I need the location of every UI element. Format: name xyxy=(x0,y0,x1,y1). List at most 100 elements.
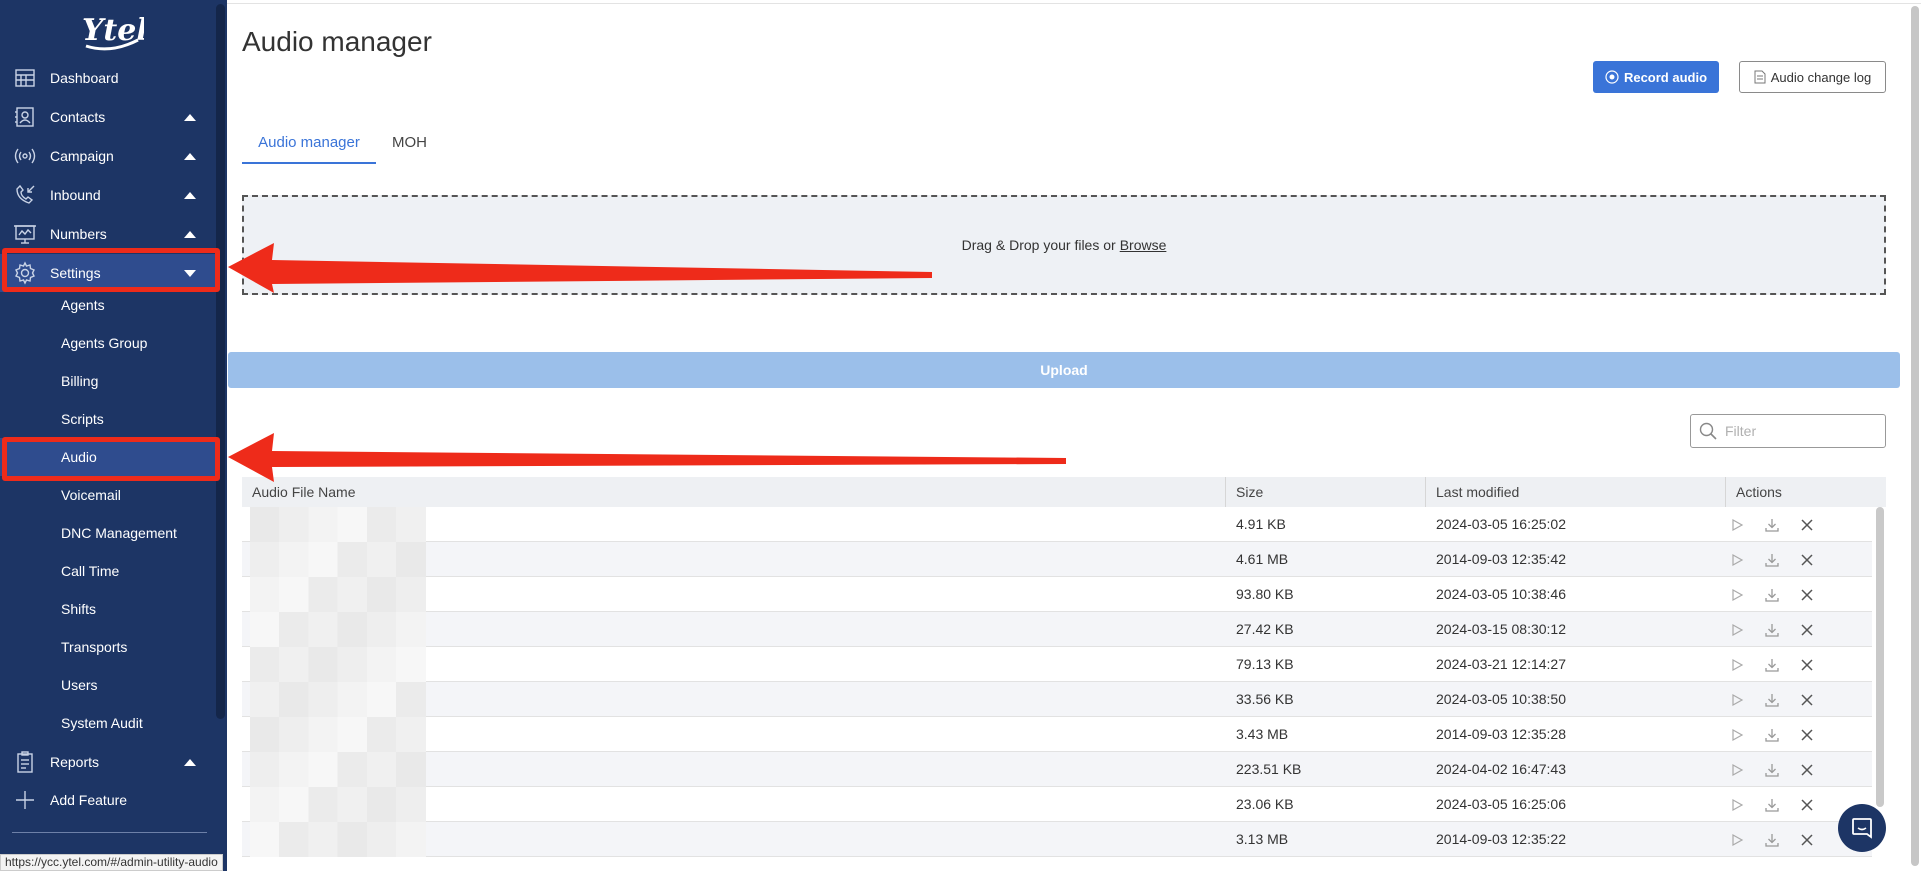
table-row[interactable]: 27.42 KB 2024-03-15 08:30:12 xyxy=(242,612,1872,647)
play-icon[interactable] xyxy=(1728,831,1746,849)
table-row[interactable]: 23.06 KB 2024-03-05 16:25:06 xyxy=(242,787,1872,822)
download-icon[interactable] xyxy=(1763,656,1781,674)
chat-button[interactable] xyxy=(1838,804,1886,852)
sidebar-item-label: Numbers xyxy=(50,226,107,242)
table-row[interactable]: 3.43 MB 2014-09-03 12:35:28 xyxy=(242,717,1872,752)
redacted-file-name xyxy=(250,577,426,612)
download-icon[interactable] xyxy=(1763,551,1781,569)
campaign-icon xyxy=(0,144,50,168)
play-icon[interactable] xyxy=(1728,726,1746,744)
play-icon[interactable] xyxy=(1728,621,1746,639)
audio-change-log-button[interactable]: Audio change log xyxy=(1739,61,1886,93)
table-row[interactable]: 33.56 KB 2024-03-05 10:38:50 xyxy=(242,682,1872,717)
cell-last-modified: 2024-03-15 08:30:12 xyxy=(1436,621,1566,637)
row-actions xyxy=(1728,752,1816,787)
sidebar-subitem-shifts[interactable]: Shifts xyxy=(0,590,218,628)
delete-icon[interactable] xyxy=(1798,796,1816,814)
sidebar-scrollbar[interactable] xyxy=(216,4,225,719)
sidebar-subitem-scripts[interactable]: Scripts xyxy=(0,400,218,438)
cell-size: 93.80 KB xyxy=(1236,586,1294,602)
browse-link[interactable]: Browse xyxy=(1120,237,1167,253)
play-icon[interactable] xyxy=(1728,586,1746,604)
sidebar-subitem-voicemail[interactable]: Voicemail xyxy=(0,476,218,514)
sidebar-subitem-transports[interactable]: Transports xyxy=(0,628,218,666)
chevron-up-icon xyxy=(184,230,196,238)
sidebar-divider xyxy=(12,832,207,833)
delete-icon[interactable] xyxy=(1798,761,1816,779)
download-icon[interactable] xyxy=(1763,761,1781,779)
column-header-name[interactable]: Audio File Name xyxy=(242,477,1226,507)
table-row[interactable]: 4.61 MB 2014-09-03 12:35:42 xyxy=(242,542,1872,577)
cell-size: 33.56 KB xyxy=(1236,691,1294,707)
chevron-up-icon xyxy=(184,191,196,199)
filter-input[interactable] xyxy=(1725,423,1875,439)
file-dropzone[interactable]: Drag & Drop your files or Browse xyxy=(242,195,1886,295)
chevron-up-icon xyxy=(184,758,196,766)
tab-audio-manager[interactable]: Audio manager xyxy=(242,132,376,164)
download-icon[interactable] xyxy=(1763,726,1781,744)
sidebar-subitem-label: Scripts xyxy=(61,411,104,427)
delete-icon[interactable] xyxy=(1798,656,1816,674)
sidebar-subitem-users[interactable]: Users xyxy=(0,666,218,704)
sidebar-subitem-system-audit[interactable]: System Audit xyxy=(0,704,218,742)
sidebar-item-dashboard[interactable]: Dashboard xyxy=(0,59,218,97)
delete-icon[interactable] xyxy=(1798,691,1816,709)
table-scrollbar[interactable] xyxy=(1876,507,1884,807)
delete-icon[interactable] xyxy=(1798,726,1816,744)
sidebar-item-inbound[interactable]: Inbound xyxy=(0,176,218,214)
play-icon[interactable] xyxy=(1728,761,1746,779)
download-icon[interactable] xyxy=(1763,796,1781,814)
record-audio-button[interactable]: Record audio xyxy=(1593,61,1719,93)
contacts-icon xyxy=(0,105,50,129)
page-scrollbar[interactable] xyxy=(1911,6,1919,866)
column-header-size[interactable]: Size xyxy=(1226,477,1426,507)
top-divider xyxy=(227,3,1921,4)
delete-icon[interactable] xyxy=(1798,621,1816,639)
download-icon[interactable] xyxy=(1763,691,1781,709)
dashboard-icon xyxy=(0,66,50,90)
play-icon[interactable] xyxy=(1728,516,1746,534)
ytel-logo[interactable]: Ytel xyxy=(78,10,144,52)
table-row[interactable]: 3.13 MB 2014-09-03 12:35:22 xyxy=(242,822,1872,857)
upload-button[interactable]: Upload xyxy=(228,352,1900,388)
redacted-file-name xyxy=(250,717,426,752)
delete-icon[interactable] xyxy=(1798,516,1816,534)
sidebar-item-label: Campaign xyxy=(50,148,114,164)
column-header-last-modified[interactable]: Last modified xyxy=(1426,477,1726,507)
download-icon[interactable] xyxy=(1763,621,1781,639)
sidebar-item-add-feature[interactable]: Add Feature xyxy=(0,781,218,819)
play-icon[interactable] xyxy=(1728,656,1746,674)
cell-size: 27.42 KB xyxy=(1236,621,1294,637)
download-icon[interactable] xyxy=(1763,586,1781,604)
sidebar-subitem-label: Call Time xyxy=(61,563,120,579)
download-icon[interactable] xyxy=(1763,831,1781,849)
download-icon[interactable] xyxy=(1763,516,1781,534)
row-actions xyxy=(1728,577,1816,612)
sidebar-item-reports[interactable]: Reports xyxy=(0,743,218,781)
table-row[interactable]: 93.80 KB 2024-03-05 10:38:46 xyxy=(242,577,1872,612)
delete-icon[interactable] xyxy=(1798,586,1816,604)
status-url: https://ycc.ytel.com/#/admin-utility-aud… xyxy=(0,854,223,871)
sidebar-item-label: Inbound xyxy=(50,187,101,203)
sidebar-subitem-dnc-management[interactable]: DNC Management xyxy=(0,514,218,552)
play-icon[interactable] xyxy=(1728,691,1746,709)
sidebar-item-campaign[interactable]: Campaign xyxy=(0,137,218,175)
sidebar-subitem-call-time[interactable]: Call Time xyxy=(0,552,218,590)
sidebar-item-label: Contacts xyxy=(50,109,106,125)
play-icon[interactable] xyxy=(1728,796,1746,814)
delete-icon[interactable] xyxy=(1798,831,1816,849)
search-icon xyxy=(1699,422,1717,440)
redacted-file-name xyxy=(250,612,426,647)
sidebar-item-contacts[interactable]: Contacts xyxy=(0,98,218,136)
tab-moh[interactable]: MOH xyxy=(392,132,427,164)
sidebar-subitem-billing[interactable]: Billing xyxy=(0,362,218,400)
dropzone-text: Drag & Drop your files or xyxy=(961,237,1116,253)
table-row[interactable]: 223.51 KB 2024-04-02 16:47:43 xyxy=(242,752,1872,787)
sidebar-subitem-agents-group[interactable]: Agents Group xyxy=(0,324,218,362)
table-row[interactable]: 79.13 KB 2024-03-21 12:14:27 xyxy=(242,647,1872,682)
delete-icon[interactable] xyxy=(1798,551,1816,569)
play-icon[interactable] xyxy=(1728,551,1746,569)
table-row[interactable]: 4.91 KB 2024-03-05 16:25:02 xyxy=(242,507,1872,542)
sidebar-subitem-label: Shifts xyxy=(61,601,97,617)
filter-field[interactable] xyxy=(1690,414,1886,448)
